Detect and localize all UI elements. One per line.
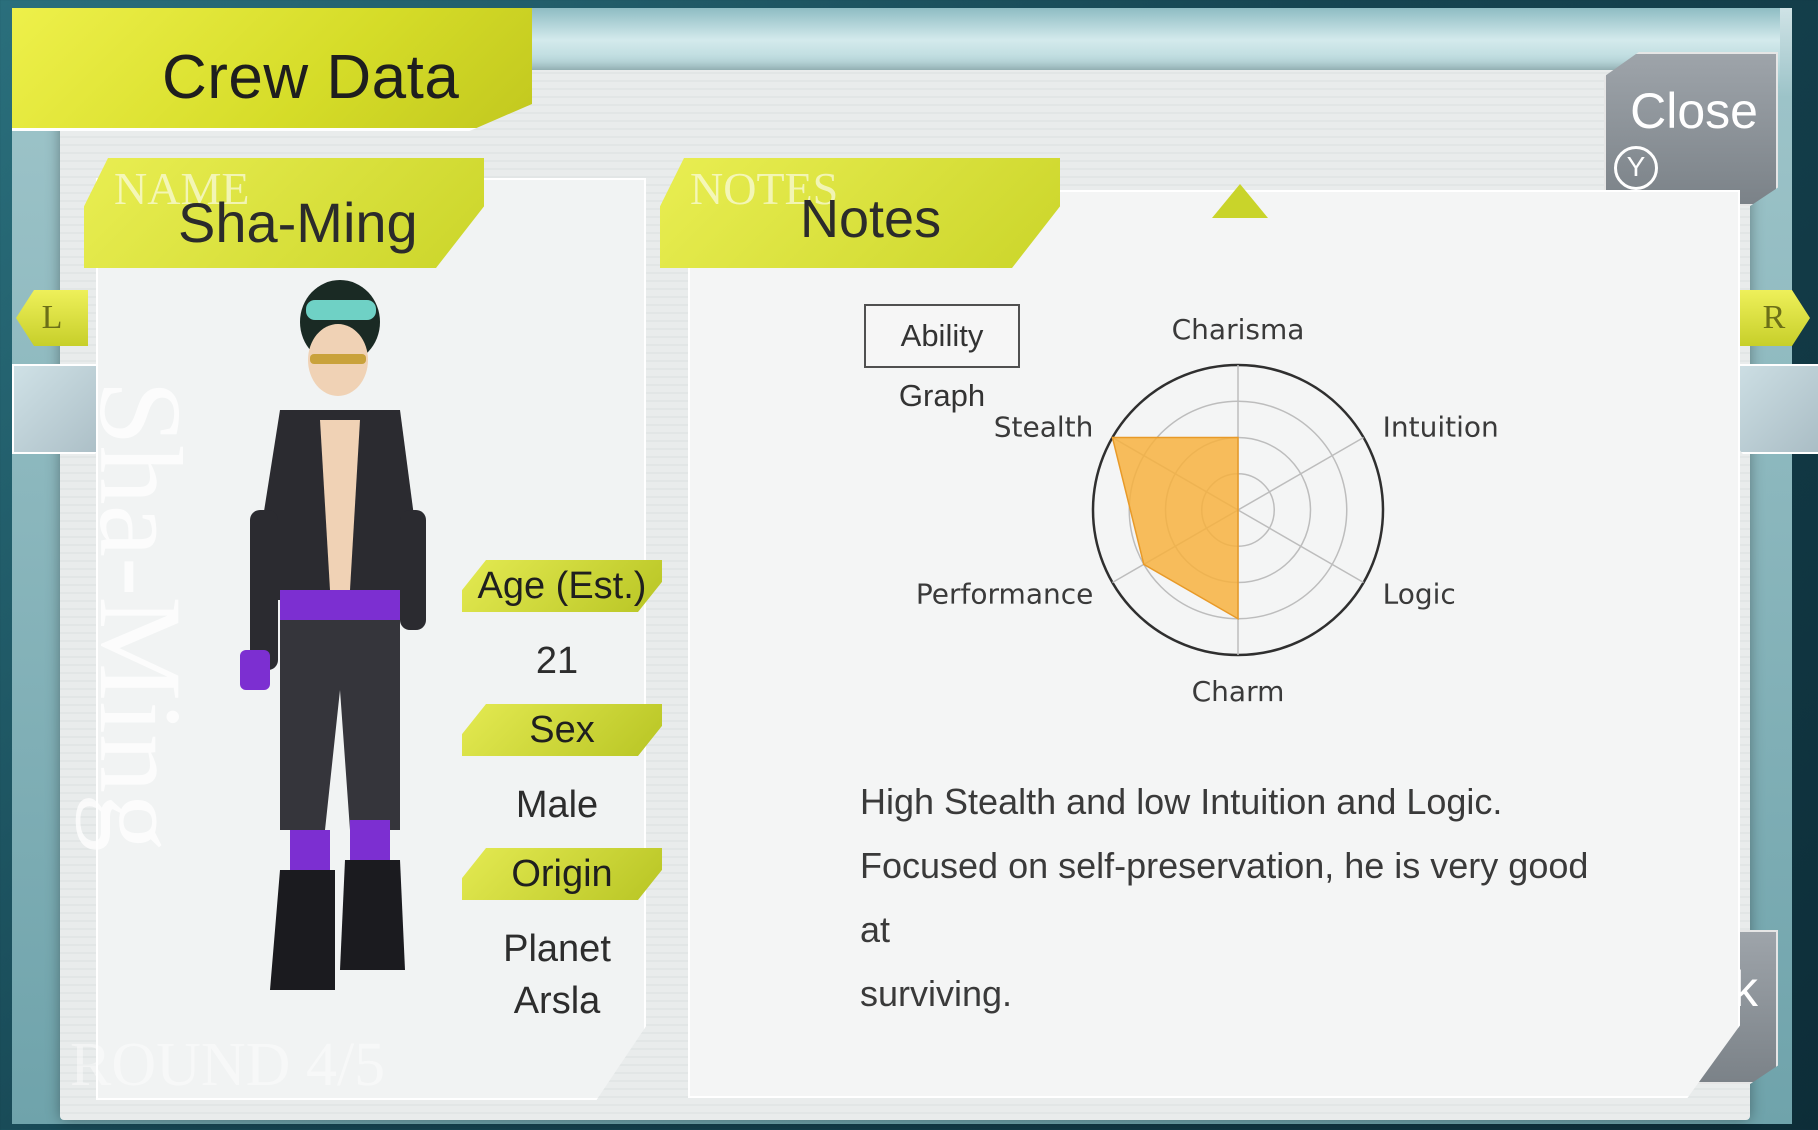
name-watermark: Sha-Ming [75, 380, 206, 852]
ability-radar-chart: Charisma Intuition Logic Charm Performance St… [916, 313, 1499, 708]
name-tab: NAME Sha-Ming [84, 158, 484, 268]
notes-title: Notes [800, 189, 942, 249]
notes-tab: NOTES Notes [660, 158, 1060, 268]
next-crew-button[interactable]: R [1738, 290, 1810, 346]
page-title: Crew Data [162, 43, 460, 112]
radar-axis-label: Intuition [1383, 411, 1499, 444]
origin-label: Origin [462, 848, 662, 900]
goggles-icon [306, 300, 376, 320]
sex-label: Sex [462, 704, 662, 756]
description-line-2: Focused on self-preservation, he is very… [860, 845, 1589, 950]
ability-description: High Stealth and low Intuition and Logic… [860, 770, 1620, 1026]
sex-value: Male [515, 784, 599, 826]
age-label: Age (Est.) [462, 560, 662, 612]
close-button-label: Close [1630, 83, 1758, 139]
description-line-3: surviving. [860, 973, 1013, 1014]
title-tab: Crew Data [12, 8, 532, 131]
radar-spoke [1237, 436, 1364, 511]
radar-axis-label: Charisma [1172, 313, 1305, 346]
radar-axis-label: Stealth [994, 411, 1094, 444]
radar-axis-label: Performance [916, 578, 1093, 611]
description-line-1: High Stealth and low Intuition and Logic… [860, 781, 1503, 822]
y-key-icon: Y [1614, 146, 1658, 190]
close-button[interactable]: Close Y [1604, 52, 1778, 206]
radar-axis-label: Logic [1383, 578, 1456, 611]
origin-value-line2: Arsla [513, 980, 601, 1022]
scroll-up-icon[interactable] [1212, 184, 1268, 218]
origin-value-line1: Planet [503, 928, 611, 970]
radar-axis-label: Charm [1192, 675, 1285, 708]
character-name: Sha-Ming [178, 191, 418, 254]
age-value: 21 [535, 640, 579, 682]
radar-spoke [1237, 509, 1364, 584]
character-portrait [240, 280, 426, 990]
